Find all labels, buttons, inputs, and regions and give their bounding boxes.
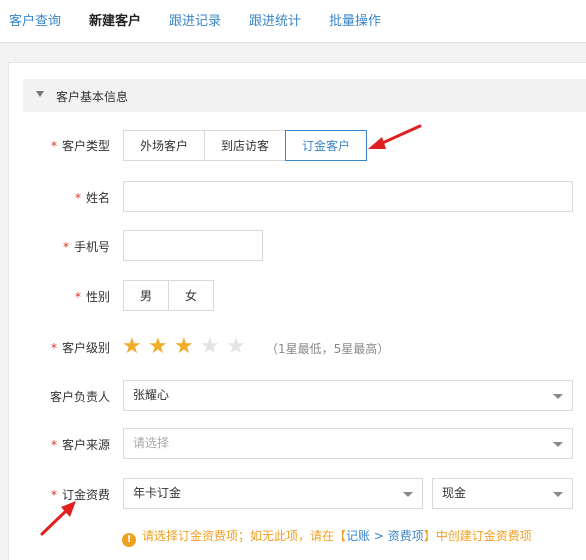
tab-batch-operations[interactable]: 批量操作	[329, 10, 381, 29]
star-icon[interactable]: ★	[122, 336, 148, 358]
phone-label: * 手机号	[62, 240, 110, 254]
owner-select[interactable]: 张耀心	[123, 380, 573, 411]
source-label: * 客户来源	[50, 438, 110, 452]
gender-label: * 性别	[74, 290, 110, 304]
annotation-arrow-icon	[40, 501, 76, 536]
triangle-down-icon	[36, 91, 44, 97]
deposit-notice: ! 请选择订金资费项；如无此项，请在【记账 > 资费项】中创建订金资费项	[122, 527, 532, 547]
level-hint: （1星最低，5星最高）	[266, 342, 390, 356]
section-header[interactable]: 客户基本信息	[23, 79, 586, 112]
chevron-down-icon	[553, 442, 563, 447]
level-rating[interactable]: ★ ★ ★ ★ ★	[122, 336, 252, 358]
tab-followup-records[interactable]: 跟进记录	[169, 10, 221, 29]
warning-icon: !	[122, 533, 136, 547]
section-title: 客户基本信息	[56, 90, 129, 104]
tab-new-customer[interactable]: 新建客户	[89, 10, 141, 29]
billing-items-link[interactable]: 记账 > 资费项	[346, 529, 424, 543]
star-icon[interactable]: ★	[226, 336, 252, 358]
star-icon[interactable]: ★	[174, 336, 200, 358]
top-navigation: 客户查询 新建客户 跟进记录 跟进统计 批量操作	[0, 0, 586, 43]
deposit-plan-select[interactable]: 年卡订金	[123, 478, 423, 509]
customer-type-label: * 客户类型	[50, 139, 110, 153]
chevron-down-icon	[403, 492, 413, 497]
customer-type-option-outdoor[interactable]: 外场客户	[123, 130, 205, 161]
owner-label: 客户负责人	[49, 390, 110, 404]
source-select[interactable]: 请选择	[123, 428, 573, 459]
gender-male-button[interactable]: 男	[123, 280, 169, 311]
tab-followup-stats[interactable]: 跟进统计	[249, 10, 301, 29]
chevron-down-icon	[553, 394, 563, 399]
gender-female-button[interactable]: 女	[168, 280, 214, 311]
customer-type-option-deposit[interactable]: 订金客户	[285, 130, 367, 161]
customer-type-option-store-visitor[interactable]: 到店访客	[204, 130, 286, 161]
star-icon[interactable]: ★	[200, 336, 226, 358]
level-label: * 客户级别	[50, 341, 110, 355]
star-icon[interactable]: ★	[148, 336, 174, 358]
annotation-arrow-icon	[368, 124, 422, 149]
chevron-down-icon	[553, 492, 563, 497]
phone-input[interactable]	[123, 230, 263, 261]
deposit-payment-select[interactable]: 现金	[432, 478, 573, 509]
name-input[interactable]	[123, 181, 573, 212]
name-label: * 姓名	[74, 191, 110, 205]
tab-customer-query[interactable]: 客户查询	[9, 10, 61, 29]
